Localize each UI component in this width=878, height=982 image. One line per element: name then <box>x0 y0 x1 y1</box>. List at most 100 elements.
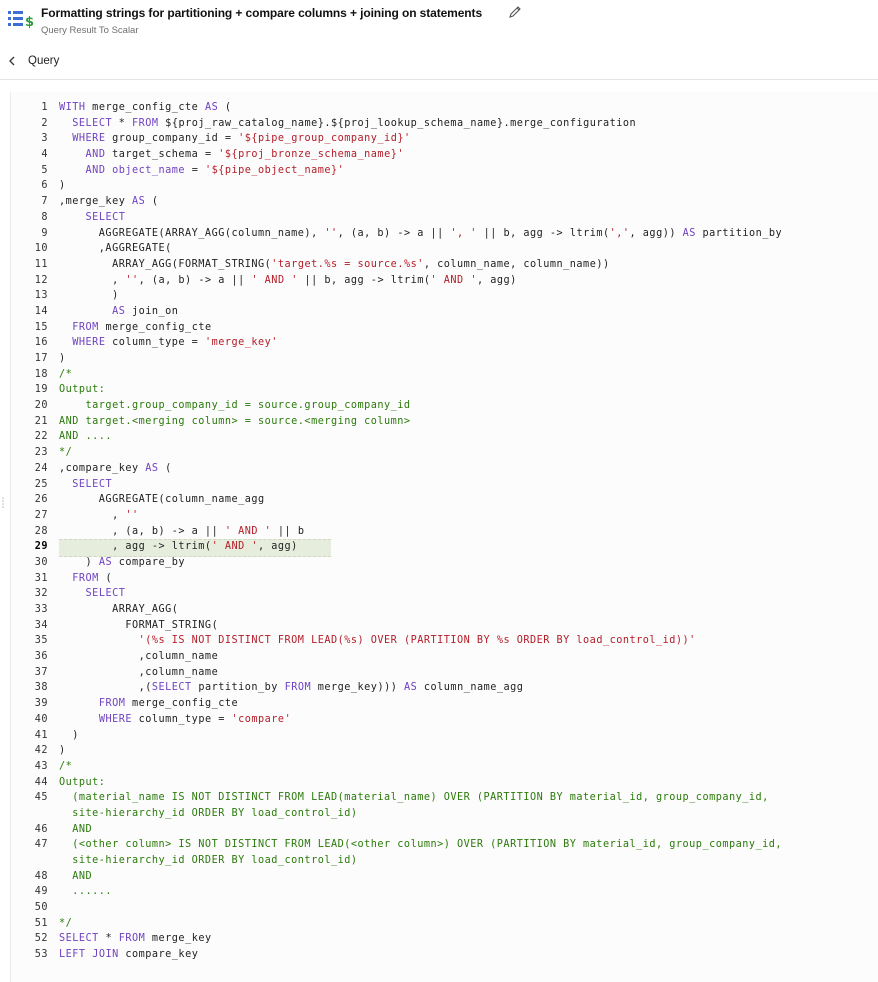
code-line[interactable]: 53 LEFT JOIN compare_key <box>11 947 878 963</box>
line-number: 52 <box>34 933 48 945</box>
breadcrumb-label: Query <box>28 55 60 67</box>
code-line[interactable]: 50 <box>11 900 878 916</box>
code-line[interactable]: 26 AGGREGATE(column_name_agg <box>11 492 878 508</box>
code-line[interactable]: 27 , '' <box>11 508 878 524</box>
code-line[interactable]: 8 SELECT <box>11 210 878 226</box>
code-line[interactable]: 38 ,(SELECT partition_by FROM merge_key)… <box>11 680 878 696</box>
code-line[interactable]: 41 ) <box>11 728 878 744</box>
code-line[interactable]: 45 (material_name IS NOT DISTINCT FROM L… <box>11 790 878 806</box>
code-line[interactable]: 42) <box>11 743 878 759</box>
code-line[interactable]: 5 AND object_name = '${pipe_object_name}… <box>11 163 878 179</box>
code-line[interactable]: 46 AND <box>11 822 878 838</box>
code-line[interactable]: 17) <box>11 351 878 367</box>
code-line[interactable]: 30 ) AS compare_by <box>11 555 878 571</box>
line-text: SELECT * FROM ${proj_raw_catalog_name}.$… <box>72 117 637 129</box>
line-number: 6 <box>41 180 48 192</box>
code-line[interactable]: 36 ,column_name <box>11 649 878 665</box>
code-line[interactable]: 1 WITH merge_config_cte AS ( <box>11 100 878 116</box>
line-number: 45 <box>34 792 48 804</box>
line-text: ,(SELECT partition_by FROM merge_key))) … <box>59 682 524 694</box>
line-text: ) <box>59 353 66 364</box>
code-line[interactable]: 48 AND <box>11 869 878 885</box>
line-number: 2 <box>41 117 48 129</box>
code-line[interactable]: 19 Output: <box>11 382 878 398</box>
code-line[interactable]: 9 AGGREGATE(ARRAY_AGG(column_name), '', … <box>11 226 878 242</box>
code-line[interactable]: site-hierarchy_id ORDER BY load_control_… <box>11 806 878 822</box>
code-line[interactable]: 22 AND .... <box>11 429 878 445</box>
line-text: AND target_schema = '${proj_bronze_schem… <box>85 149 404 161</box>
chevron-left-icon <box>9 56 15 66</box>
line-text: SELECT <box>72 478 113 490</box>
code-line[interactable]: 21 AND target.<merging column> = source.<… <box>11 414 878 430</box>
code-line[interactable]: 7 ,merge_key AS ( <box>11 194 878 210</box>
code-line[interactable]: 14 AS join_on <box>11 304 878 320</box>
code-line[interactable]: 47 (<other column> IS NOT DISTINCT FROM … <box>11 837 878 853</box>
code-line[interactable]: 35 '(%s IS NOT DISTINCT FROM LEAD(%s) OV… <box>11 633 878 649</box>
code-line[interactable]: 4 AND target_schema = '${proj_bronze_sch… <box>11 147 878 163</box>
line-text: /* <box>59 760 73 772</box>
line-number: 34 <box>34 619 48 631</box>
code-line[interactable]: 3 WHERE group_company_id = '${pipe_group… <box>11 131 878 147</box>
code-line[interactable]: 44 Output: <box>11 775 878 791</box>
code-line[interactable]: 24 ,compare_key AS ( <box>11 461 878 477</box>
line-text: ) <box>59 745 66 757</box>
code-line[interactable]: 18 /* <box>11 367 878 383</box>
line-text: SELECT <box>85 588 126 600</box>
line-number: 12 <box>34 274 48 286</box>
code-line[interactable]: 6) <box>11 178 878 194</box>
line-number: 14 <box>34 305 48 317</box>
code-line[interactable]: 20 target.group_company_id = source.grou… <box>11 398 878 414</box>
code-line[interactable]: 16 WHERE column_type = 'merge_key' <box>11 335 878 351</box>
line-number: 43 <box>34 760 48 772</box>
line-number: 41 <box>34 729 48 741</box>
line-number: 13 <box>34 290 48 302</box>
code-line[interactable]: 40 WHERE column_type = 'compare' <box>11 712 878 728</box>
code-line[interactable]: 11 ARRAY_AGG(FORMAT_STRING('target.%s = … <box>11 257 878 273</box>
line-text: Output: <box>59 776 106 788</box>
page-title: Formatting strings for partitioning + co… <box>41 6 483 20</box>
line-text: ...... <box>59 886 113 898</box>
code-line[interactable]: 12 , '', (a, b) -> a || ' AND ' || b, ag… <box>11 273 878 289</box>
code-line[interactable]: 10 ,AGGREGATE( <box>11 241 878 257</box>
code-line[interactable]: 49 ...... <box>11 884 878 900</box>
code-line[interactable]: site-hierarchy_id ORDER BY load_control_… <box>11 853 878 869</box>
code-line[interactable]: 43 /* <box>11 759 878 775</box>
resize-handle-icon[interactable] <box>1 496 5 510</box>
line-text: ,column_name <box>59 651 219 663</box>
code-editor[interactable]: 1 WITH merge_config_cte AS (2 SELECT * FR… <box>10 92 878 982</box>
line-number: 5 <box>41 164 48 176</box>
code-lines: 1 WITH merge_config_cte AS (2 SELECT * FR… <box>11 100 878 963</box>
code-line[interactable]: 29 , agg -> ltrim(' AND ', agg) <box>11 539 878 557</box>
code-line[interactable]: 28 , (a, b) -> a || ' AND ' || b <box>11 524 878 540</box>
header: $ Formatting strings for partitioning + … <box>0 0 878 46</box>
code-line[interactable]: 34 FORMAT_STRING( <box>11 618 878 634</box>
code-line[interactable]: 52 SELECT * FROM merge_key <box>11 931 878 947</box>
code-line[interactable]: 33 ARRAY_AGG( <box>11 602 878 618</box>
query-to-scalar-icon: $ <box>8 11 34 30</box>
line-number: 22 <box>34 431 48 443</box>
line-text: AND object_name = '${pipe_object_name}' <box>85 164 345 176</box>
line-number: 49 <box>34 886 48 898</box>
line-number: 29 <box>34 541 48 553</box>
line-number: 7 <box>41 196 48 208</box>
line-text: FROM merge_config_cte <box>72 321 212 333</box>
line-text: Output: <box>59 384 106 396</box>
code-line[interactable]: 39 FROM merge_config_cte <box>11 696 878 712</box>
line-text: AND target.<merging column> = source.<me… <box>59 415 411 427</box>
code-line[interactable]: 37 ,column_name <box>11 665 878 681</box>
code-line[interactable]: 25 SELECT <box>11 477 878 493</box>
pencil-icon[interactable] <box>507 4 523 20</box>
code-line[interactable]: 31 FROM ( <box>11 571 878 587</box>
line-number: 4 <box>41 149 48 161</box>
code-line[interactable]: 2 SELECT * FROM ${proj_raw_catalog_name}… <box>11 116 878 132</box>
back-to-query-link[interactable]: Query <box>6 52 59 70</box>
code-line[interactable]: 13 ) <box>11 288 878 304</box>
line-number: 46 <box>34 823 48 835</box>
line-number: 36 <box>34 651 48 663</box>
header-divider <box>0 79 878 80</box>
code-line[interactable]: 32 SELECT <box>11 586 878 602</box>
code-line[interactable]: 15 FROM merge_config_cte <box>11 320 878 336</box>
code-line[interactable]: 51 */ <box>11 916 878 932</box>
line-text: ARRAY_AGG( <box>59 604 179 615</box>
code-line[interactable]: 23 */ <box>11 445 878 461</box>
